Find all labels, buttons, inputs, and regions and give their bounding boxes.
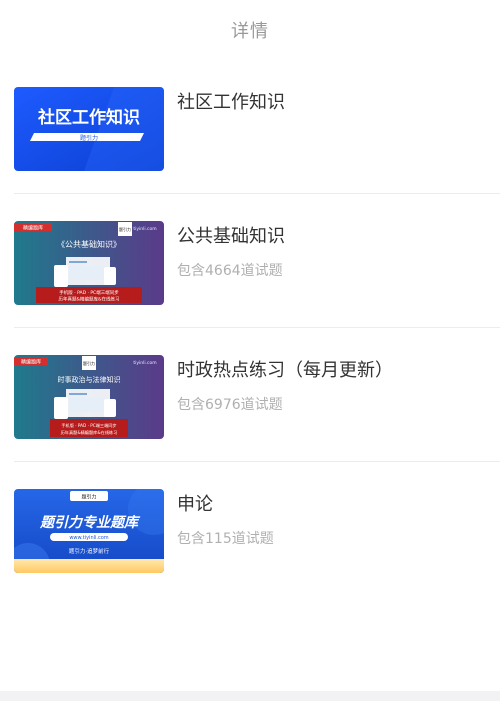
thumb-logo: 题引力 (81, 494, 96, 501)
thumb-site: tiyinli.com (133, 360, 156, 366)
thumb-main-text: 社区工作知识 (37, 107, 140, 128)
thumb-main-text: 《公共基础知识》 (57, 239, 121, 249)
item-title: 时政热点练习（每月更新） (177, 360, 393, 381)
question-bank-list: 社区工作知识 题引力 社区工作知识 精编题库 题引力 tiyinli.com 《… (0, 60, 500, 596)
item-question-count: 包含4664道试题 (177, 263, 283, 279)
header: 详情 (0, 0, 500, 60)
page-title: 详情 (231, 21, 269, 42)
thumb-badge: 精编题库 (21, 359, 41, 366)
item-title: 公共基础知识 (177, 226, 285, 247)
detail-page: 详情 社区工作知识 题引力 社区工作知识 精编题库 题引力 tiyinli.co… (0, 0, 500, 701)
thumb-line1: 手机版 · PAD · PC端三端同步 (59, 289, 119, 296)
thumb-site: www.tiyinli.com (69, 535, 108, 541)
list-item[interactable]: 社区工作知识 题引力 社区工作知识 (0, 60, 500, 194)
thumb-main-text: 时事政治与法律知识 (58, 375, 121, 384)
list-item[interactable]: 精编题库 题引力 tiyinli.com 《公共基础知识》 手机版 · PAD … (0, 194, 500, 328)
item-title: 社区工作知识 (177, 92, 285, 113)
item-question-count: 包含115道试题 (177, 531, 274, 547)
item-question-count: 包含6976道试题 (177, 397, 283, 413)
list-item[interactable]: 精编题库 题引力 tiyinli.com 时事政治与法律知识 手机版 · PAD… (0, 328, 500, 462)
thumb-line2: 历年真题&精编题库&在线练习 (61, 429, 118, 436)
item-thumbnail: 社区工作知识 题引力 (14, 87, 164, 171)
thumb-logo: 题引力 (83, 360, 95, 366)
list-item[interactable]: 题引力 题引力专业题库 www.tiyinli.com 题引力·追梦前行 申论 … (0, 462, 500, 596)
thumb-line1: 手机版 · PAD · PC端三端同步 (61, 422, 116, 429)
thumb-footer: 题引力·追梦前行 (69, 547, 110, 555)
item-thumbnail: 题引力 题引力专业题库 www.tiyinli.com 题引力·追梦前行 (14, 489, 164, 573)
thumb-site: tiyinli.com (133, 226, 156, 232)
item-thumbnail: 精编题库 题引力 tiyinli.com 《公共基础知识》 手机版 · PAD … (14, 221, 164, 305)
thumb-logo: 题引力 (119, 226, 131, 232)
thumb-sub-text: 题引力 (80, 134, 98, 142)
thumb-badge: 精编题库 (23, 225, 43, 232)
item-title: 申论 (177, 494, 213, 515)
bottom-bar (0, 691, 500, 701)
thumb-line2: 历年真题&精编题库&在线练习 (58, 296, 119, 303)
thumb-main-text: 题引力专业题库 (39, 514, 141, 531)
item-thumbnail: 精编题库 题引力 tiyinli.com 时事政治与法律知识 手机版 · PAD… (14, 355, 164, 439)
